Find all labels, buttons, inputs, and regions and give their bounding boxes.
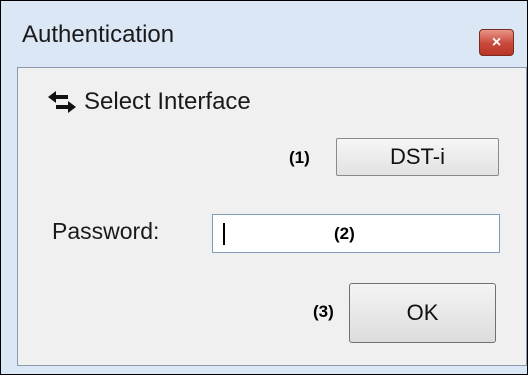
text-caret xyxy=(223,223,225,245)
ok-button[interactable]: OK xyxy=(349,283,496,343)
password-label: Password: xyxy=(52,218,160,244)
swap-arrows-icon xyxy=(48,91,76,113)
password-input[interactable]: (2) xyxy=(212,214,500,253)
callout-marker-2: (2) xyxy=(334,224,355,243)
window-title: Authentication xyxy=(22,21,175,48)
interface-select-button[interactable]: DST-i xyxy=(336,138,499,176)
section-header: Select Interface xyxy=(46,87,251,117)
section-title: Select Interface xyxy=(84,88,251,115)
close-icon: × xyxy=(491,33,502,51)
title-bar: Authentication × xyxy=(1,1,527,67)
close-button[interactable]: × xyxy=(479,29,514,56)
authentication-dialog: Authentication × Select Interface (1) DS… xyxy=(0,0,528,375)
callout-marker-1: (1) xyxy=(289,148,310,167)
callout-marker-3: (3) xyxy=(313,302,334,321)
dialog-body: Select Interface (1) DST-i Password: (2)… xyxy=(17,67,527,366)
